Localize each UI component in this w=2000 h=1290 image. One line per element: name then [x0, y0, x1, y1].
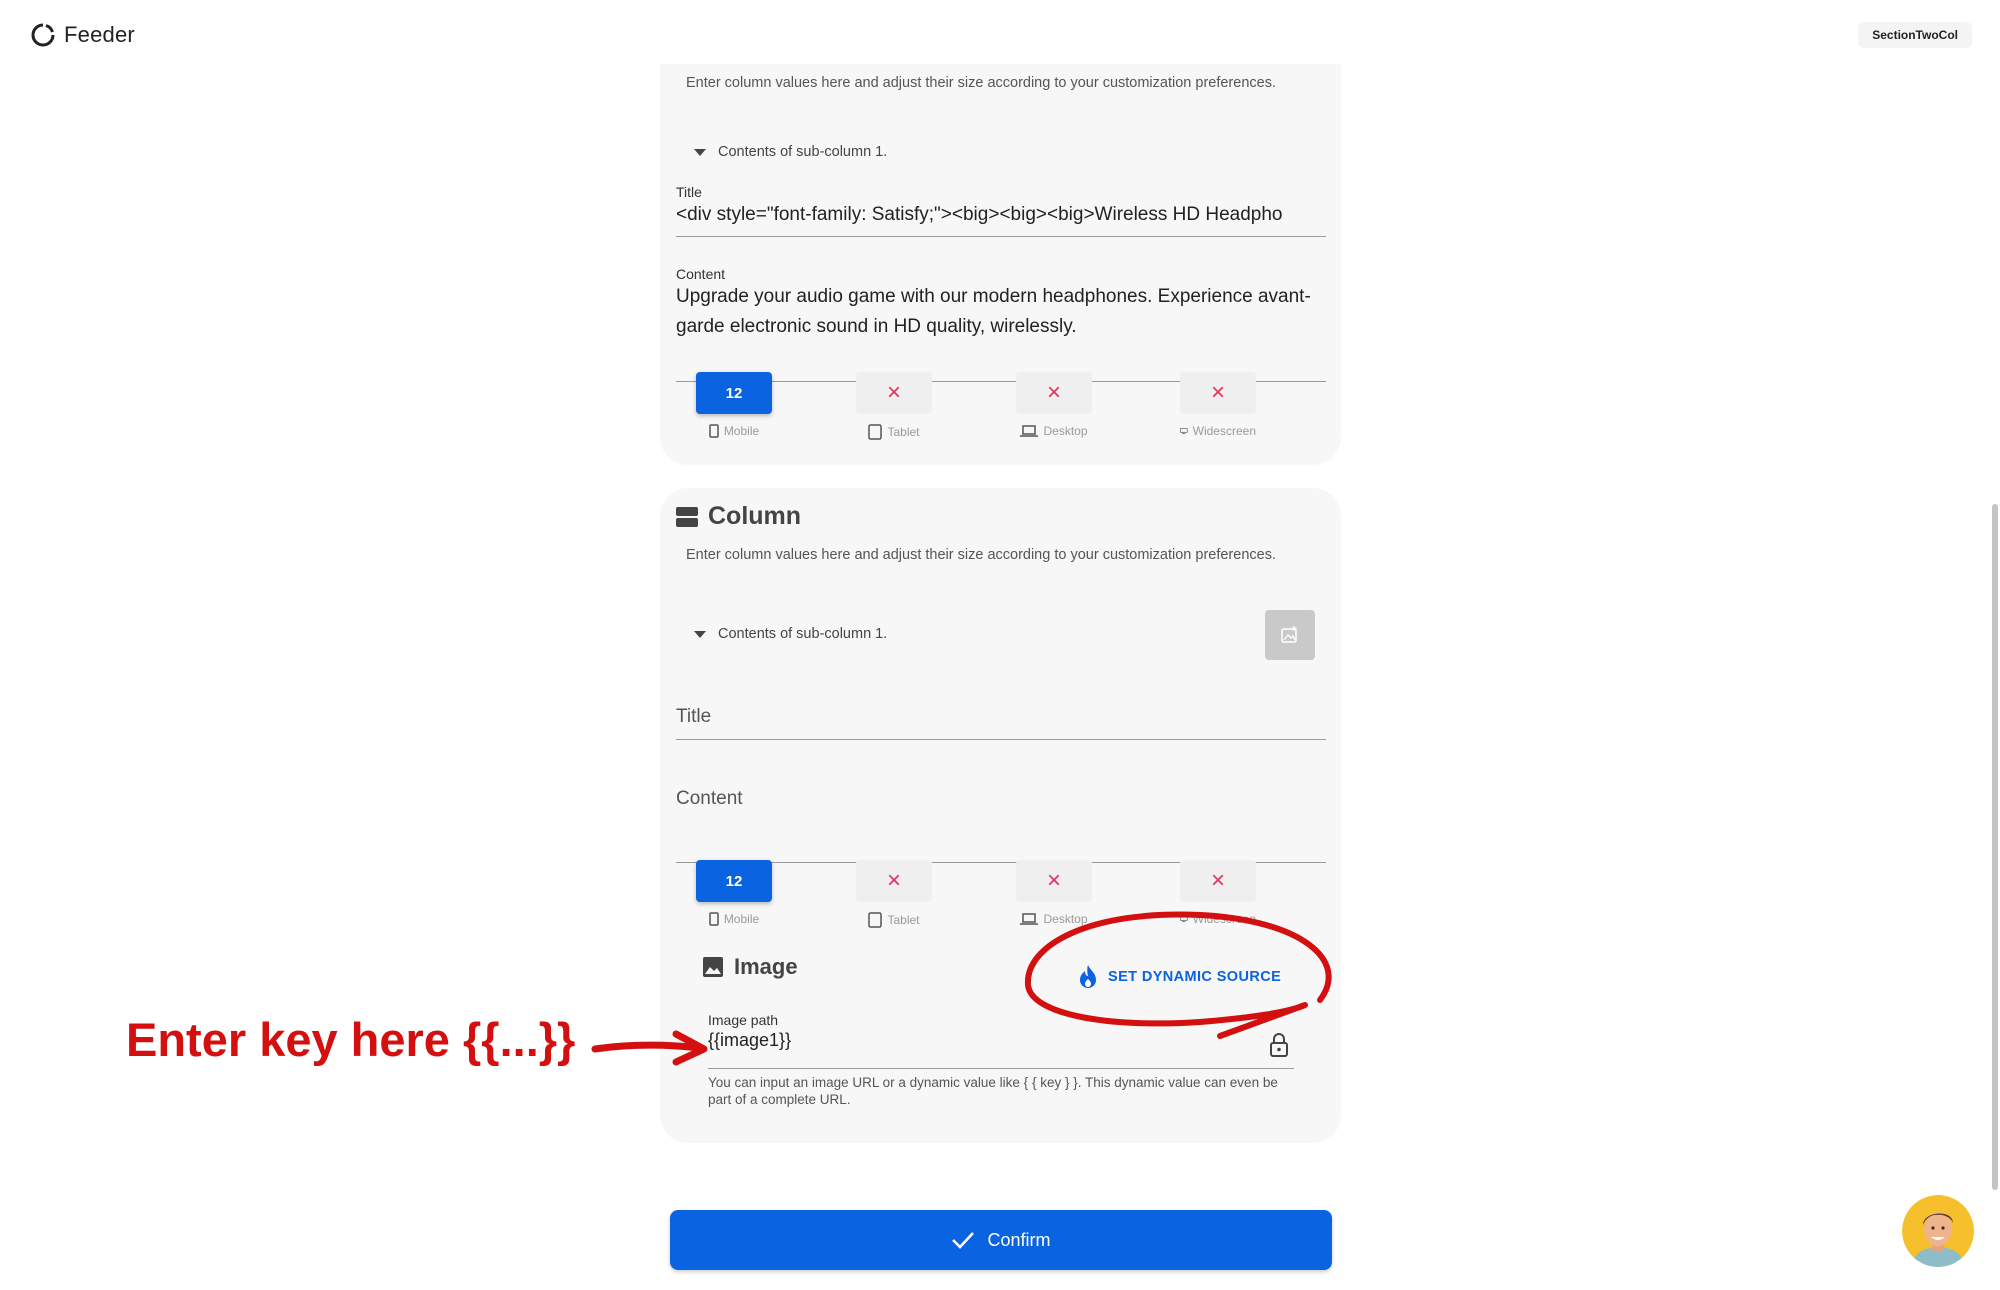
feeder-logo-icon	[31, 23, 55, 47]
content-input[interactable]: Upgrade your audio game with our modern …	[676, 282, 1326, 342]
page: Feeder SectionTwoCol Enter column values…	[0, 0, 2000, 1290]
monitor-icon	[1180, 916, 1188, 922]
title-underline	[676, 236, 1326, 237]
size-desktop-button[interactable]: ×	[1016, 860, 1092, 902]
laptop-icon	[1020, 425, 1039, 437]
page-scrollbar[interactable]	[1988, 0, 2000, 1290]
image-path-underline	[708, 1068, 1294, 1069]
size-desktop-button[interactable]: ×	[1016, 372, 1092, 414]
size-mobile-label: Mobile	[696, 424, 772, 438]
content-field[interactable]: Content Upgrade your audio game with our…	[676, 266, 1326, 382]
size-widescreen[interactable]: × Widescreen	[1180, 372, 1256, 438]
size-desktop-label: Desktop	[1016, 912, 1092, 926]
mobile-icon	[709, 424, 719, 438]
title-label: Title	[676, 184, 702, 200]
title-field[interactable]: Title <div style="font-family: Satisfy;"…	[676, 184, 1326, 238]
flame-icon	[1080, 965, 1096, 988]
section-type-chip: SectionTwoCol	[1858, 22, 1972, 48]
column-card-2: Column Enter column values here and adju…	[660, 488, 1341, 1143]
subcolumn-toggle[interactable]: Contents of sub-column 1.	[694, 144, 887, 160]
set-dynamic-source-label: SET DYNAMIC SOURCE	[1108, 969, 1282, 985]
size-widescreen-button[interactable]: ×	[1180, 372, 1256, 414]
annotation-text: Enter key here {{...}}	[126, 1013, 576, 1066]
column-heading-text: Column	[708, 502, 802, 530]
monitor-icon	[1180, 428, 1188, 434]
image-path-input[interactable]: {{image1}}	[708, 1030, 1294, 1051]
size-tablet[interactable]: × Tablet	[856, 372, 932, 440]
size-tablet-button[interactable]: ×	[856, 860, 932, 902]
app-name: Feeder	[64, 22, 135, 47]
size-mobile-label: Mobile	[696, 912, 772, 926]
column-size-selector: 12 Mobile × Tablet × Desktop × Widescree…	[696, 372, 1316, 452]
set-dynamic-source-button[interactable]: SET DYNAMIC SOURCE	[1078, 964, 1281, 990]
tablet-icon	[868, 912, 883, 928]
mobile-icon	[709, 912, 719, 926]
size-widescreen[interactable]: × Widescreen	[1180, 860, 1256, 926]
size-tablet-label: Tablet	[856, 424, 932, 440]
column-size-selector: 12 Mobile × Tablet × Desktop × Widescree…	[696, 860, 1316, 940]
image-heading-text: Image	[734, 954, 798, 979]
title-input[interactable]: <div style="font-family: Satisfy;"><big>…	[676, 204, 1326, 226]
size-desktop-label: Desktop	[1016, 424, 1092, 438]
user-avatar-icon	[1902, 1195, 1974, 1267]
size-desktop[interactable]: × Desktop	[1016, 372, 1092, 438]
confirm-button[interactable]: Confirm	[670, 1210, 1332, 1270]
size-tablet-button[interactable]: ×	[856, 372, 932, 414]
size-desktop[interactable]: × Desktop	[1016, 860, 1092, 926]
confirm-label: Confirm	[987, 1229, 1051, 1250]
subcolumn-toggle[interactable]: Contents of sub-column 1.	[694, 626, 887, 642]
title-underline	[676, 739, 1326, 740]
image-add-icon	[1281, 626, 1297, 643]
size-widescreen-button[interactable]: ×	[1180, 860, 1256, 902]
size-tablet[interactable]: × Tablet	[856, 860, 932, 928]
column-layout-icon	[676, 506, 698, 527]
caret-down-icon	[694, 148, 706, 156]
size-widescreen-label: Widescreen	[1180, 424, 1256, 438]
subcolumn-toggle-label: Contents of sub-column 1.	[718, 626, 888, 642]
laptop-icon	[1020, 913, 1039, 925]
image-icon	[703, 957, 723, 977]
content-label: Content	[676, 266, 726, 282]
image-path-label: Image path	[708, 1012, 779, 1028]
app-logo[interactable]: Feeder	[30, 22, 135, 48]
content-field[interactable]: Content	[676, 780, 1326, 864]
content-input[interactable]: Content	[676, 788, 1326, 810]
size-mobile[interactable]: 12 Mobile	[696, 372, 772, 438]
top-bar: Feeder SectionTwoCol	[0, 0, 2000, 64]
scrollbar-thumb[interactable]	[1992, 504, 1998, 1190]
size-widescreen-label: Widescreen	[1180, 912, 1256, 926]
title-input[interactable]: Title	[676, 706, 1326, 728]
size-mobile-button[interactable]: 12	[696, 860, 772, 902]
support-avatar[interactable]	[1902, 1195, 1974, 1267]
column-description: Enter column values here and adjust thei…	[686, 75, 1276, 91]
size-mobile[interactable]: 12 Mobile	[696, 860, 772, 926]
tablet-icon	[868, 424, 883, 440]
size-tablet-label: Tablet	[856, 912, 932, 928]
column-heading: Column	[676, 502, 801, 531]
image-heading: Image	[702, 954, 798, 980]
lock-icon[interactable]	[1268, 1032, 1290, 1058]
title-field[interactable]: Title	[676, 698, 1326, 742]
check-icon	[952, 1232, 975, 1249]
column-description: Enter column values here and adjust thei…	[686, 547, 1276, 563]
caret-down-icon	[694, 630, 706, 638]
column-card-1: Enter column values here and adjust thei…	[660, 40, 1341, 465]
subcolumn-toggle-label: Contents of sub-column 1.	[718, 144, 888, 160]
add-image-button[interactable]	[1265, 610, 1315, 660]
image-path-field[interactable]: Image path {{image1}}	[708, 1012, 1294, 1069]
size-mobile-button[interactable]: 12	[696, 372, 772, 414]
image-path-helper: You can input an image URL or a dynamic …	[708, 1075, 1278, 1107]
